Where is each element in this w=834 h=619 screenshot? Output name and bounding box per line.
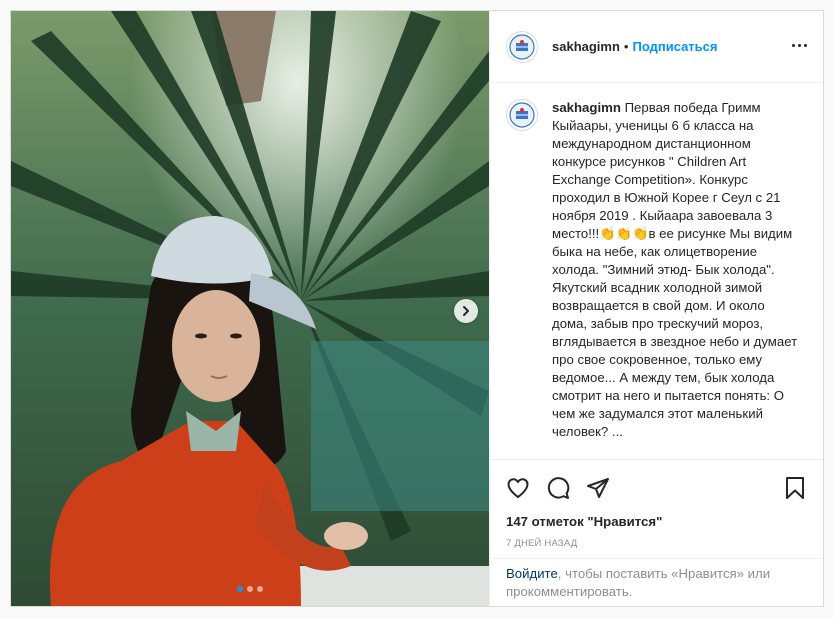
comment-icon[interactable] — [546, 476, 570, 500]
post-side-panel: sakhagimn • Подписаться sakhagimn Первая… — [489, 11, 823, 606]
likes-count[interactable]: 147 отметок "Нравится" — [506, 514, 807, 529]
comments-area: sakhagimn Первая победа Гримм Кыйаары, у… — [490, 83, 823, 459]
caption-username[interactable]: sakhagimn — [552, 100, 621, 115]
carousel-dot — [237, 586, 243, 592]
header-username[interactable]: sakhagimn — [552, 39, 620, 54]
avatar[interactable] — [506, 30, 538, 63]
carousel-indicator — [237, 586, 263, 592]
school-logo-icon — [509, 33, 535, 60]
post-actions: 147 отметок "Нравится" 7 дней назад — [490, 459, 823, 549]
login-link[interactable]: Войдите — [506, 566, 558, 581]
instagram-post: sakhagimn • Подписаться sakhagimn Первая… — [10, 10, 824, 607]
photo-scene — [11, 11, 489, 606]
more-options-icon[interactable] — [792, 44, 807, 47]
paper-plane-icon[interactable] — [586, 476, 610, 500]
avatar[interactable] — [506, 99, 538, 131]
post-caption: sakhagimn Первая победа Гримм Кыйаары, у… — [552, 99, 802, 459]
carousel-dot — [247, 586, 253, 592]
follow-button[interactable]: Подписаться — [632, 39, 717, 54]
post-header: sakhagimn • Подписаться — [490, 11, 823, 83]
caption-text: Первая победа Гримм Кыйаары, ученицы 6 б… — [552, 100, 798, 439]
action-icons — [506, 468, 807, 508]
post-date[interactable]: 7 дней назад — [506, 538, 807, 549]
header-separator: • — [623, 39, 629, 54]
login-prompt: Войдите, чтобы поставить «Нравится» или … — [490, 558, 823, 601]
chevron-right-icon — [463, 306, 469, 316]
bookmark-icon[interactable] — [783, 476, 807, 500]
carousel-next-button[interactable] — [454, 299, 478, 323]
carousel-dot — [257, 586, 263, 592]
heart-icon[interactable] — [506, 476, 530, 500]
school-logo-icon — [509, 102, 535, 128]
post-photo[interactable] — [11, 11, 489, 606]
